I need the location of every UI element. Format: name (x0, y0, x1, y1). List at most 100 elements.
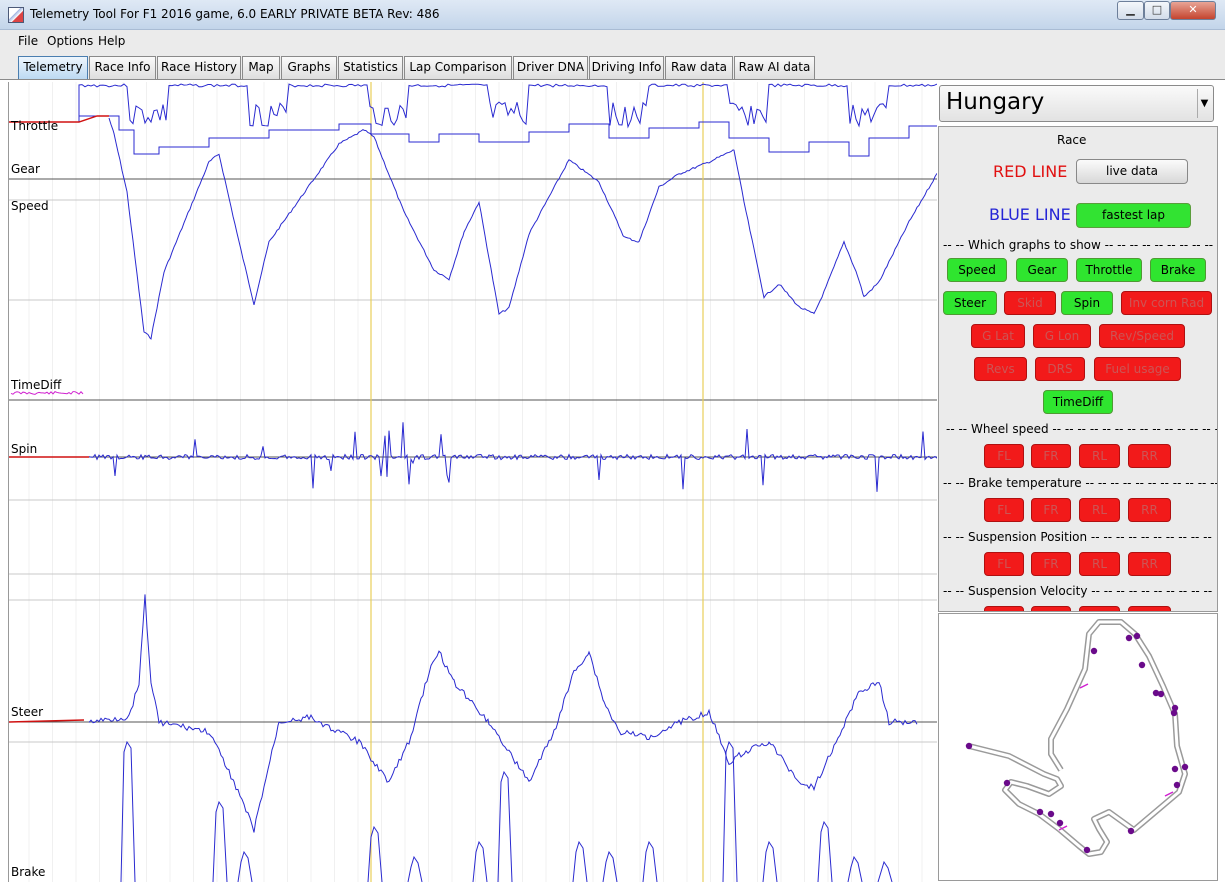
red-line-label: RED LINE (993, 162, 1068, 181)
toggle-drs-button[interactable]: DRS (1035, 357, 1085, 381)
tab-driver-dna[interactable]: Driver DNA (513, 56, 588, 79)
toggle-steer-button[interactable]: Steer (943, 291, 997, 315)
brake-temp-rr-button[interactable]: RR (1128, 498, 1171, 522)
toggle-spin-button[interactable]: Spin (1061, 291, 1113, 315)
brake-trace-segment (572, 840, 588, 882)
susp-vel-fl-button[interactable]: FL (984, 606, 1024, 611)
brake-trace-segment (212, 800, 228, 882)
corner-marker-dot (1056, 819, 1064, 827)
graph-label-speed: Speed (11, 199, 49, 213)
corner-marker-dot (1036, 808, 1044, 816)
maximize-button[interactable]: □ (1144, 1, 1170, 20)
toggle-g-lon-button[interactable]: G Lon (1033, 324, 1091, 348)
chevron-down-icon[interactable]: ▼ (1197, 89, 1211, 118)
tab-statistics[interactable]: Statistics (338, 56, 403, 79)
tab-race-history[interactable]: Race History (157, 56, 241, 79)
brake-trace-segment (722, 740, 738, 882)
toggle-timediff-button[interactable]: TimeDiff (1043, 390, 1113, 414)
timediff-trace (10, 391, 84, 395)
menu-help[interactable]: Help (98, 34, 125, 48)
corner-marker-dot (1083, 846, 1091, 854)
tab-lap-comparison[interactable]: Lap Comparison (404, 56, 512, 79)
corner-marker-dot (1171, 765, 1179, 773)
corner-marker-dot (1090, 647, 1098, 655)
menu-options[interactable]: Options (47, 34, 93, 48)
tab-raw-ai-data[interactable]: Raw AI data (734, 56, 815, 79)
minimize-button[interactable]: ▁ (1117, 1, 1144, 20)
section-header-suspension-velocity: -- -- Suspension Velocity -- -- -- -- --… (943, 584, 1213, 598)
tab-graphs[interactable]: Graphs (281, 56, 337, 79)
brake-trace-segment (877, 860, 893, 882)
susp-pos-rr-button[interactable]: RR (1128, 552, 1171, 576)
susp-pos-rl-button[interactable]: RL (1079, 552, 1120, 576)
menu-file[interactable]: File (18, 34, 38, 48)
toggle-rev-speed-button[interactable]: Rev/Speed (1099, 324, 1185, 348)
toggle-throttle-button[interactable]: Throttle (1076, 258, 1142, 282)
track-select-value: Hungary (946, 89, 1045, 115)
tab-race-info[interactable]: Race Info (89, 56, 156, 79)
corner-marker-dot (1127, 827, 1135, 835)
tab-map[interactable]: Map (242, 56, 280, 79)
section-header-brake-temperature: -- -- Brake temperature -- -- -- -- -- -… (943, 476, 1218, 490)
telemetry-traces (9, 82, 937, 882)
steer-trace (88, 594, 918, 833)
close-button[interactable]: ✕ (1170, 1, 1216, 20)
corner-marker-dot (965, 742, 973, 750)
menu-bar: File Options Help (0, 30, 1225, 52)
telemetry-graph[interactable]: Throttle Gear Speed TimeDiff Spin Steer … (8, 82, 937, 882)
toggle-speed-button[interactable]: Speed (947, 258, 1007, 282)
corner-marker-dot (1173, 781, 1181, 789)
wheel-speed-rr-button[interactable]: RR (1128, 444, 1171, 468)
live-data-button[interactable]: live data (1076, 159, 1188, 184)
brake-temp-fr-button[interactable]: FR (1031, 498, 1071, 522)
track-path-outer (968, 619, 1188, 857)
brake-trace-segment (817, 820, 833, 882)
track-select[interactable]: Hungary ▼ (939, 85, 1214, 122)
toggle-skid-button[interactable]: Skid (1004, 291, 1056, 315)
tab-telemetry[interactable]: Telemetry (18, 56, 88, 79)
corner-marker-dot (1138, 661, 1146, 669)
graph-label-steer: Steer (11, 705, 44, 719)
graph-label-throttle: Throttle (11, 119, 59, 133)
session-mode-label: Race (1057, 133, 1087, 147)
brake-trace-segment (407, 855, 423, 882)
susp-vel-rl-button[interactable]: RL (1079, 606, 1120, 611)
section-header-suspension-position: -- -- Suspension Position -- -- -- -- --… (943, 530, 1212, 544)
toggle-fuel-usage-button[interactable]: Fuel usage (1094, 357, 1181, 381)
wheel-speed-rl-button[interactable]: RL (1079, 444, 1120, 468)
fastest-lap-button[interactable]: fastest lap (1076, 203, 1191, 228)
window-title: Telemetry Tool For F1 2016 game, 6.0 EAR… (30, 7, 440, 21)
corner-marker-dot (1171, 704, 1179, 712)
toggle-brake-button[interactable]: Brake (1150, 258, 1206, 282)
brake-temp-rl-button[interactable]: RL (1079, 498, 1120, 522)
toggle-inv-corn-rad-button[interactable]: Inv corn Rad (1121, 291, 1212, 315)
gear-trace (79, 115, 937, 157)
toggle-g-lat-button[interactable]: G Lat (971, 324, 1025, 348)
toggle-revs-button[interactable]: Revs (974, 357, 1027, 381)
susp-vel-rr-button[interactable]: RR (1128, 606, 1171, 611)
tab-raw-data[interactable]: Raw data (665, 56, 733, 79)
brake-temp-fl-button[interactable]: FL (984, 498, 1024, 522)
susp-pos-fr-button[interactable]: FR (1031, 552, 1071, 576)
corner-marker-dot (1181, 763, 1189, 771)
susp-vel-fr-button[interactable]: FR (1031, 606, 1071, 611)
toggle-gear-button[interactable]: Gear (1016, 258, 1068, 282)
throttle-trace (78, 83, 937, 129)
susp-pos-fl-button[interactable]: FL (984, 552, 1024, 576)
track-map[interactable] (938, 613, 1218, 881)
graph-label-brake: Brake (11, 865, 46, 879)
brake-trace-segment (762, 840, 778, 882)
blue-line-label: BLUE LINE (989, 205, 1071, 224)
title-bar: Telemetry Tool For F1 2016 game, 6.0 EAR… (0, 0, 1225, 30)
graph-label-spin: Spin (11, 442, 38, 456)
corner-marker-dot (1125, 634, 1133, 642)
brake-trace-segment (367, 825, 383, 882)
wheel-speed-fr-button[interactable]: FR (1031, 444, 1071, 468)
brake-trace-segment (602, 850, 618, 882)
wheel-speed-fl-button[interactable]: FL (984, 444, 1024, 468)
corner-marker-dot (1003, 779, 1011, 787)
corner-marker-dot (1047, 810, 1055, 818)
corner-marker-dot (1152, 689, 1160, 697)
graph-label-timediff: TimeDiff (11, 378, 62, 392)
tab-driving-info[interactable]: Driving Info (589, 56, 664, 79)
